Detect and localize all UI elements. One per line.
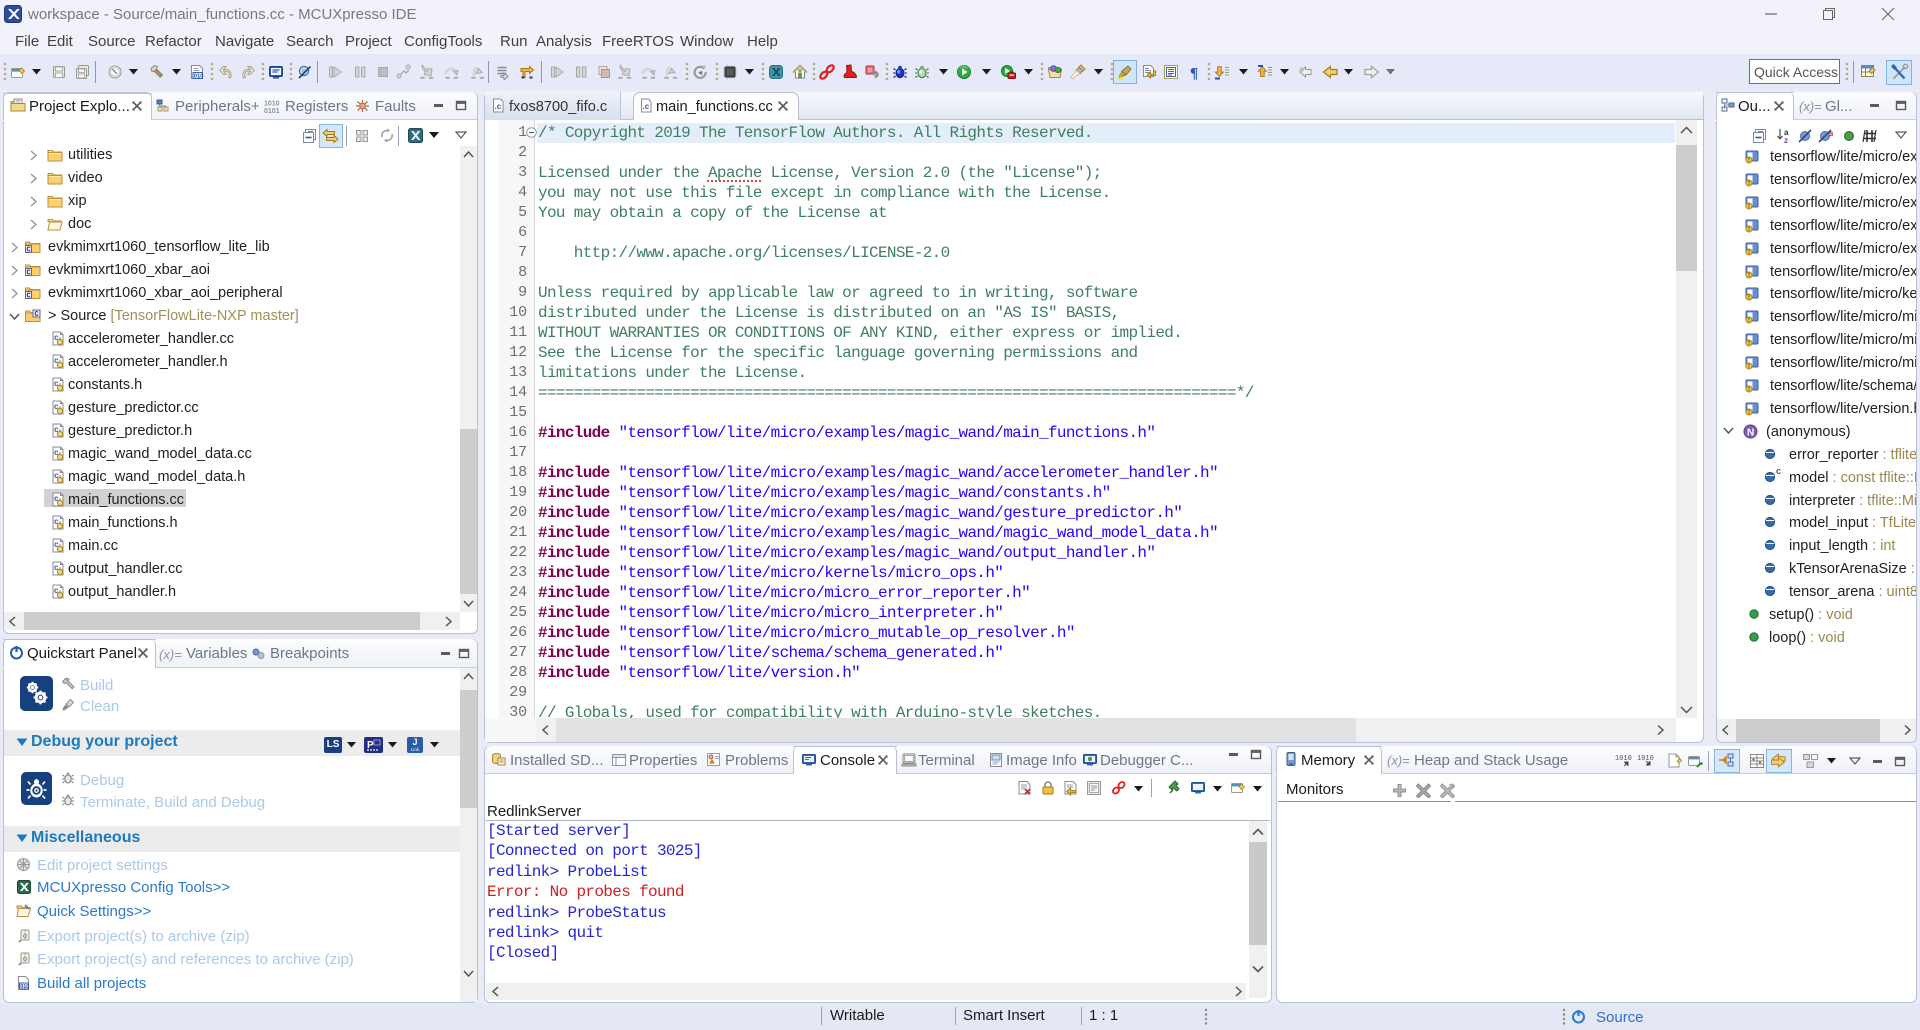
svg-text:0101: 0101 bbox=[264, 108, 280, 114]
svg-text:!: ! bbox=[1748, 250, 1750, 256]
svg-text:!: ! bbox=[1748, 227, 1750, 233]
svg-text:¶: ¶ bbox=[1190, 66, 1198, 81]
svg-text:1010: 1010 bbox=[1637, 755, 1654, 763]
svg-text:C: C bbox=[35, 311, 39, 319]
svg-text:C: C bbox=[27, 293, 31, 301]
svg-text:010: 010 bbox=[20, 984, 29, 990]
svg-text:!: ! bbox=[1748, 410, 1750, 416]
svg-text:010: 010 bbox=[194, 74, 204, 80]
svg-text:!: ! bbox=[1748, 204, 1750, 210]
svg-text:.c: .c bbox=[495, 102, 502, 111]
svg-text:C: C bbox=[27, 270, 31, 278]
svg-text:N: N bbox=[1747, 427, 1754, 438]
svg-text:!: ! bbox=[1748, 364, 1750, 370]
svg-text:.c: .c bbox=[643, 102, 650, 111]
svg-text:!: ! bbox=[1748, 387, 1750, 393]
svg-text:!: ! bbox=[1748, 158, 1750, 164]
svg-text:!: ! bbox=[1748, 181, 1750, 187]
svg-text:!: ! bbox=[1748, 318, 1750, 324]
svg-text:1010: 1010 bbox=[264, 101, 280, 108]
svg-text:C: C bbox=[27, 247, 31, 255]
svg-text:!: ! bbox=[1748, 341, 1750, 347]
svg-text:1010: 1010 bbox=[1615, 755, 1632, 763]
svg-text:!: ! bbox=[1748, 296, 1750, 302]
svg-text:!: ! bbox=[1748, 273, 1750, 279]
